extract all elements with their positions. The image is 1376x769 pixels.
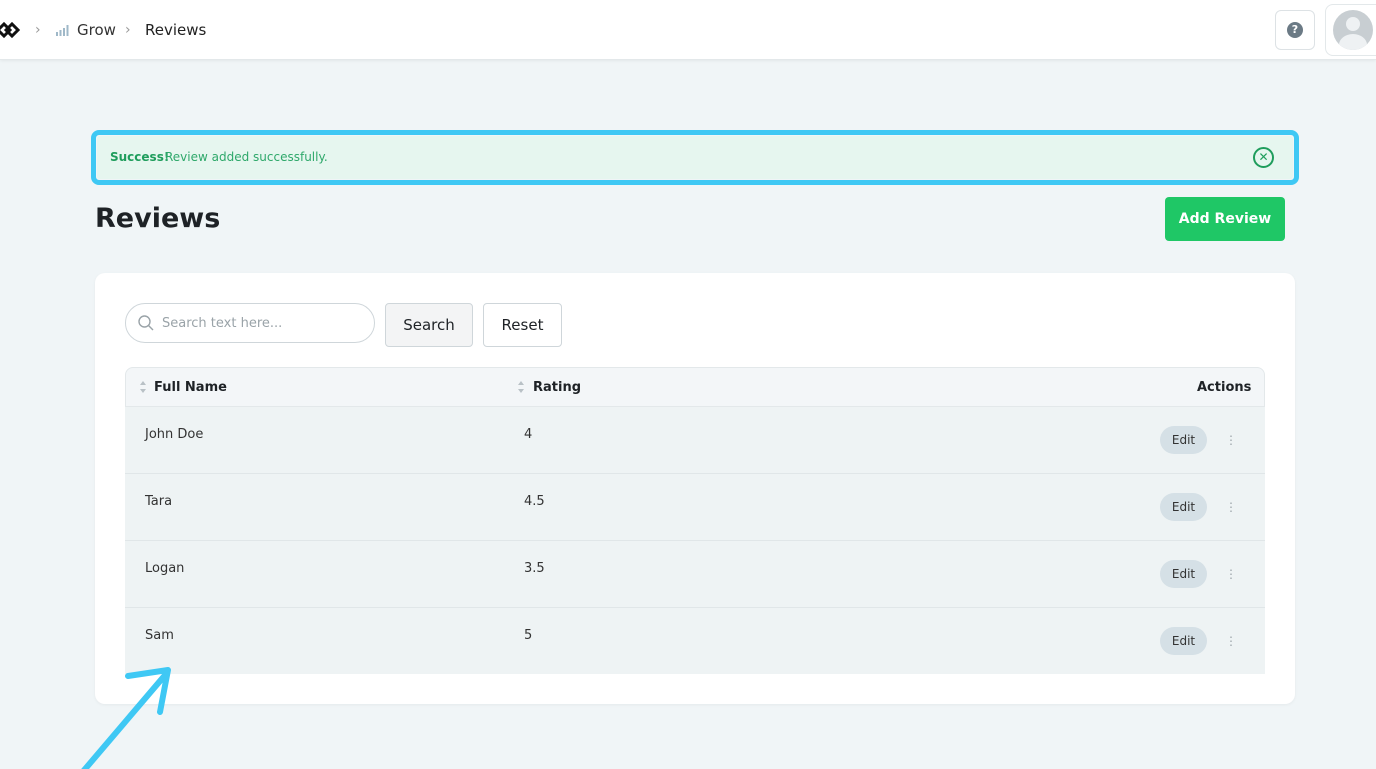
bar-chart-icon <box>56 25 69 36</box>
search-icon <box>138 315 154 331</box>
column-header-rating[interactable]: Rating <box>533 380 581 395</box>
breadcrumb-item-grow[interactable]: Grow <box>77 21 116 39</box>
question-circle-icon: ? <box>1287 22 1303 38</box>
avatar <box>1332 10 1373 50</box>
more-options-icon[interactable]: ⋮ <box>1225 499 1237 515</box>
table-header: Full Name Rating Actions <box>125 367 1265 407</box>
help-button[interactable]: ? <box>1275 10 1315 50</box>
more-options-icon[interactable]: ⋮ <box>1225 633 1237 649</box>
cell-full-name: John Doe <box>145 427 204 442</box>
cell-rating: 4.5 <box>524 494 545 509</box>
alert-title: Success! <box>110 150 170 164</box>
app-logo-icon[interactable] <box>0 18 22 42</box>
reset-button[interactable]: Reset <box>483 303 562 347</box>
cell-full-name: Logan <box>145 561 185 576</box>
table-row: Tara 4.5 Edit ⋮ <box>125 474 1265 541</box>
breadcrumb-separator-icon: › <box>35 22 41 38</box>
alert-message: Review added successfully. <box>165 150 328 164</box>
success-alert: Success! Review added successfully. ✕ <box>97 136 1293 179</box>
cell-rating: 4 <box>524 427 533 442</box>
annotation-arrow-icon <box>81 667 171 769</box>
sort-icon[interactable] <box>139 380 147 394</box>
edit-button[interactable]: Edit <box>1160 493 1207 521</box>
edit-button[interactable]: Edit <box>1160 426 1207 454</box>
table-row: Logan 3.5 Edit ⋮ <box>125 541 1265 608</box>
breadcrumb-item-reviews: Reviews <box>145 21 207 39</box>
cell-full-name: Sam <box>145 628 174 643</box>
table-row: Sam 5 Edit ⋮ <box>125 608 1265 675</box>
edit-button[interactable]: Edit <box>1160 560 1207 588</box>
sort-icon[interactable] <box>517 380 525 394</box>
add-review-button[interactable]: Add Review <box>1165 197 1285 241</box>
reviews-card: Search Reset Full Name Rating Actions Jo… <box>95 273 1295 704</box>
close-icon[interactable]: ✕ <box>1253 147 1274 168</box>
search-field[interactable] <box>125 303 375 343</box>
cell-full-name: Tara <box>145 494 173 509</box>
user-menu-button[interactable] <box>1325 4 1376 56</box>
table-row: John Doe 4 Edit ⋮ <box>125 407 1265 474</box>
search-input[interactable] <box>162 312 362 334</box>
table-body: John Doe 4 Edit ⋮ Tara 4.5 Edit ⋮ Logan … <box>125 407 1265 674</box>
breadcrumb-separator-icon: › <box>125 22 131 38</box>
page-title: Reviews <box>95 203 221 234</box>
avatar-body <box>1338 34 1367 50</box>
edit-button[interactable]: Edit <box>1160 627 1207 655</box>
more-options-icon[interactable]: ⋮ <box>1225 432 1237 448</box>
column-header-actions: Actions <box>1197 380 1252 395</box>
cell-rating: 5 <box>524 628 533 643</box>
more-options-icon[interactable]: ⋮ <box>1225 566 1237 582</box>
column-header-full-name[interactable]: Full Name <box>154 380 227 395</box>
avatar-head <box>1345 17 1360 31</box>
search-button[interactable]: Search <box>385 303 473 347</box>
cell-rating: 3.5 <box>524 561 545 576</box>
top-bar: › Grow › Reviews ? <box>0 0 1376 60</box>
